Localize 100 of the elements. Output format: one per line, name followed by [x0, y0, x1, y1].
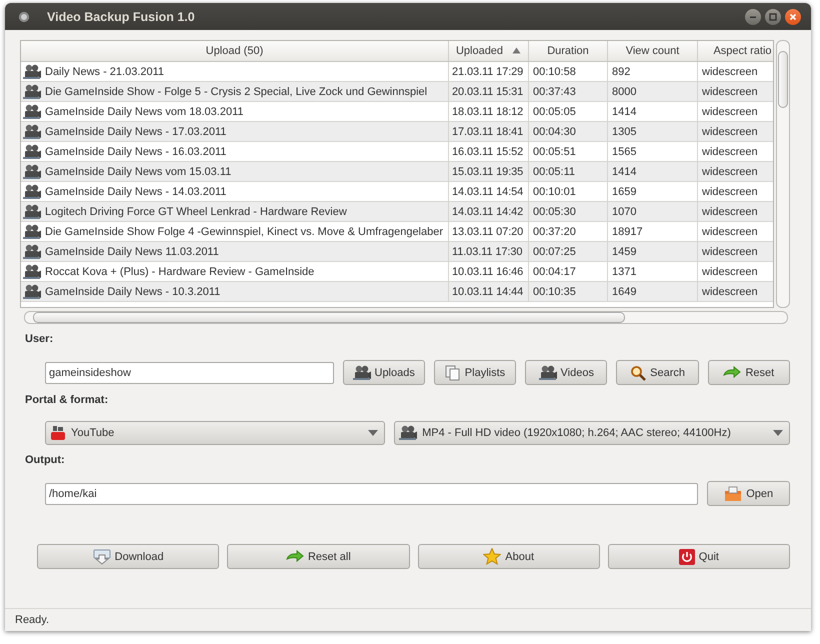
table-cell: 1659 — [612, 186, 636, 198]
table-cell: widescreen — [702, 146, 758, 158]
table-cell: widescreen — [702, 286, 758, 298]
table-cell: 00:05:05 — [533, 106, 576, 118]
film-reel-icon — [23, 124, 41, 140]
action-button[interactable]: Download — [37, 544, 220, 569]
column-header[interactable]: Uploaded — [448, 41, 528, 62]
maximize-button[interactable] — [765, 8, 781, 24]
window-title: Video Backup Fusion 1.0 — [47, 10, 196, 24]
table-cell: 10.03.11 14:44 — [452, 286, 524, 298]
folder-icon — [724, 486, 742, 502]
curved-arrow-icon — [723, 366, 742, 380]
vertical-scrollbar[interactable] — [776, 40, 790, 308]
table-cell: widescreen — [702, 246, 758, 258]
table-cell: 00:05:30 — [533, 206, 576, 218]
table-cell: Die GameInside Show - Folge 5 - Crysis 2 Special, Live Zock und Gewinnspiel — [45, 86, 428, 98]
sort-ascending-icon — [512, 47, 522, 54]
maximize-icon — [768, 12, 778, 22]
table-cell: Die GameInside Show Folge 4 -Gewinnspiel, Kinect vs. Move & Umfragengelaber — [45, 226, 444, 238]
table-cell: 20.03.11 15:31 — [452, 86, 524, 98]
toolbar-button[interactable]: Reset — [708, 360, 790, 385]
table-cell: widescreen — [702, 206, 758, 218]
column-header[interactable]: Duration — [528, 41, 608, 62]
power-icon — [678, 548, 695, 564]
dropdown-caret-icon — [368, 430, 378, 436]
table-cell: GameInside Daily News 11.03.2011 — [45, 246, 219, 258]
table-cell: 14.03.11 14:54 — [452, 186, 524, 198]
table-cell: 1649 — [612, 286, 636, 298]
table-cell: 11.03.11 17:30 — [452, 246, 522, 258]
curved-arrow-icon — [286, 550, 304, 564]
table-cell: 1414 — [612, 166, 636, 178]
film-reel-icon — [23, 264, 41, 280]
film-reel-icon — [23, 64, 41, 80]
table-cell: 13.03.11 07:20 — [452, 226, 524, 238]
action-button[interactable]: Quit — [608, 544, 790, 569]
table-cell: 00:07:25 — [533, 246, 576, 258]
column-header[interactable]: View count — [608, 41, 698, 62]
username-field[interactable]: gameinsideshow — [45, 362, 334, 384]
table-cell: 1070 — [612, 206, 636, 218]
table-cell: 18.03.11 18:12 — [452, 106, 524, 118]
close-button[interactable] — [785, 8, 801, 24]
table-cell: 00:04:30 — [533, 126, 576, 138]
table-cell: widescreen — [702, 106, 758, 118]
horizontal-scrollbar[interactable] — [24, 311, 788, 324]
film-reel-icon — [23, 144, 41, 160]
film-reel-icon — [538, 364, 557, 380]
table-cell: 00:04:17 — [533, 266, 576, 278]
output-path-field[interactable]: /home/kai — [45, 482, 698, 504]
table-cell: 1305 — [612, 126, 636, 138]
film-reel-icon — [23, 224, 41, 240]
portal-dropdown[interactable]: YouTube — [45, 421, 386, 445]
dropdown-caret-icon — [773, 430, 783, 436]
film-reel-icon — [23, 284, 41, 300]
table-cell: 14.03.11 14:42 — [452, 206, 524, 218]
table-cell: 18917 — [612, 226, 643, 238]
table-cell: widescreen — [702, 226, 758, 238]
minimize-button[interactable] — [745, 8, 761, 24]
app-icon — [19, 12, 29, 22]
table-cell: 00:10:35 — [533, 286, 576, 298]
table-cell: GameInside Daily News vom 18.03.2011 — [45, 106, 244, 118]
column-header[interactable]: Upload (50) — [21, 41, 448, 62]
table-cell: 1565 — [612, 146, 636, 158]
download-icon — [92, 548, 111, 564]
open-button[interactable]: Open — [707, 481, 790, 506]
format-dropdown[interactable]: MP4 - Full HD video (1920x1080; h.264; AAC stereo; 44100Hz) — [394, 421, 790, 445]
film-reel-icon — [352, 364, 370, 380]
action-button[interactable]: Reset all — [227, 544, 410, 569]
table-cell: widescreen — [702, 186, 758, 198]
action-button[interactable]: About — [418, 544, 600, 569]
table-cell: 00:37:20 — [533, 226, 576, 238]
table-cell: 1459 — [612, 246, 636, 258]
film-reel-icon — [23, 104, 41, 120]
toolbar-button[interactable]: Playlists — [434, 360, 516, 385]
film-reel-icon — [23, 84, 41, 100]
table-cell: GameInside Daily News - 10.3.2011 — [45, 286, 220, 298]
toolbar-button[interactable]: Videos — [525, 360, 608, 385]
film-reel-icon — [23, 204, 41, 220]
column-header[interactable]: Aspect ratio — [698, 41, 774, 62]
status-text: Ready. — [5, 608, 811, 631]
table-cell: 15.03.11 19:35 — [452, 166, 524, 178]
table-cell: 17.03.11 18:41 — [452, 126, 524, 138]
table-cell: widescreen — [702, 126, 758, 138]
table-cell: GameInside Daily News - 14.03.2011 — [45, 186, 226, 198]
film-reel-icon — [23, 244, 41, 260]
close-icon — [788, 12, 798, 22]
table-cell: Logitech Driving Force GT Wheel Lenkrad - Hardware Review — [45, 206, 347, 218]
table-cell: 00:10:01 — [533, 186, 576, 198]
table-cell: 892 — [612, 66, 630, 78]
table-cell: 1414 — [612, 106, 636, 118]
film-reel-icon — [23, 164, 41, 180]
table-cell: widescreen — [702, 166, 758, 178]
toolbar-button[interactable]: Search — [616, 360, 699, 385]
table-cell: 21.03.11 17:29 — [452, 66, 524, 78]
table-cell: 00:10:58 — [533, 66, 576, 78]
toolbar-button[interactable]: Uploads — [342, 360, 425, 385]
table-cell: Daily News - 21.03.2011 — [45, 66, 164, 78]
pages-icon — [444, 364, 461, 380]
table-cell: Roccat Kova + (Plus) - Hardware Review - GameInside — [45, 266, 314, 278]
table-cell: 1371 — [612, 266, 636, 278]
table-cell: 00:05:51 — [533, 146, 576, 158]
